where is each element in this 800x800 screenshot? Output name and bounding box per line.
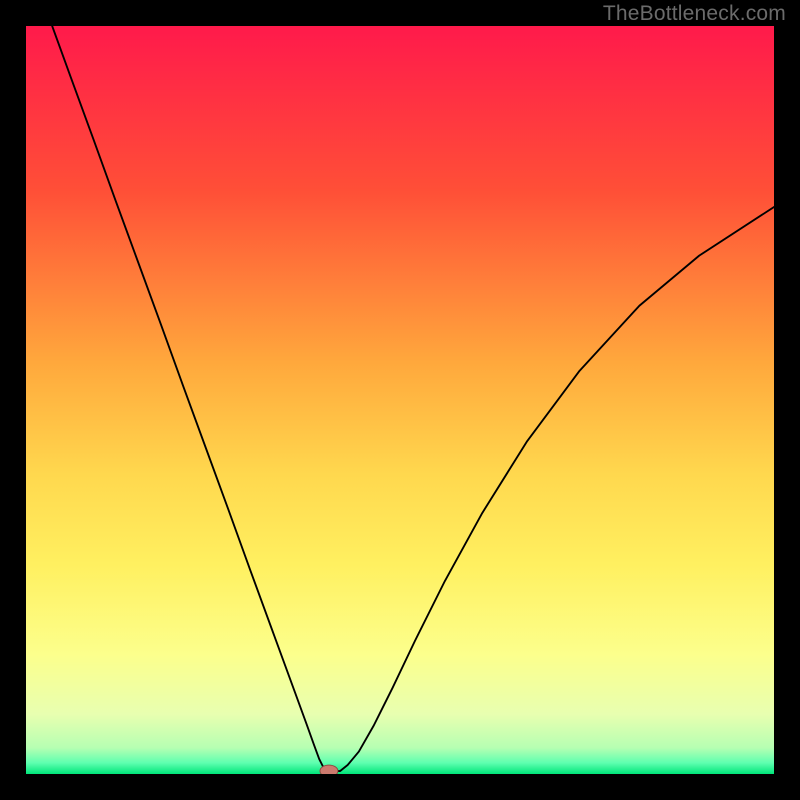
chart-frame: TheBottleneck.com	[0, 0, 800, 800]
chart-background	[26, 26, 774, 774]
watermark-text: TheBottleneck.com	[603, 2, 786, 26]
optimal-point-marker	[320, 765, 338, 774]
chart-plot-area	[26, 26, 774, 774]
chart-svg	[26, 26, 774, 774]
